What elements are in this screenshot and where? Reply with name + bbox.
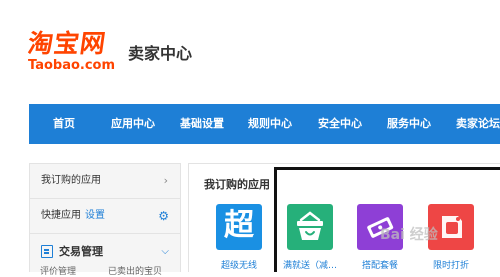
sidebar: 我订购的应用 › 快捷应用 设置 ⚙ 交易管理 ⌵: [29, 163, 181, 272]
app-label: 限时打折: [432, 261, 469, 271]
sidebar-subitem-reviews[interactable]: 评价管理: [40, 264, 76, 277]
nav-item-app-center[interactable]: 应用中心: [111, 104, 155, 144]
app-label: 满就送（减…: [283, 261, 338, 271]
app-label: 搭配套餐: [361, 261, 398, 271]
sidebar-item-subscribed-apps[interactable]: 我订购的应用 ›: [30, 164, 181, 199]
nav-item-security-center[interactable]: 安全中心: [318, 104, 362, 144]
panel-title: 我订购的应用: [204, 178, 270, 191]
nav-item-basic-settings[interactable]: 基础设置: [180, 104, 224, 144]
nav-item-rules-center[interactable]: 规则中心: [248, 104, 292, 144]
app-bundle-package[interactable]: 搭配套餐: [353, 204, 407, 271]
sidebar-item-label: 快捷应用: [41, 210, 81, 221]
main-nav-bar: 首页 应用中心 基础设置 规则中心 安全中心 服务中心 卖家论坛: [29, 104, 500, 144]
app-label: 超级无线: [220, 261, 257, 271]
nav-item-home[interactable]: 首页: [53, 104, 75, 144]
logo-english-text: Taobao.com: [28, 58, 116, 73]
taobao-logo[interactable]: 淘宝网 Taobao.com: [26, 29, 120, 75]
app-super-wireless[interactable]: 超 超级无线: [212, 204, 266, 271]
chevron-down-icon[interactable]: ⌵: [161, 234, 169, 270]
logo-chinese-text: 淘宝网: [26, 29, 109, 58]
sidebar-item-quick-apps: 快捷应用 设置 ⚙: [30, 199, 181, 234]
page-title: 卖家中心: [128, 44, 193, 63]
basket-icon: [287, 204, 333, 250]
nav-item-service-center[interactable]: 服务中心: [387, 104, 431, 144]
gear-icon[interactable]: ⚙: [158, 199, 169, 233]
app-gift-with-purchase[interactable]: 满就送（减…: [283, 204, 337, 271]
document-icon: [41, 245, 53, 258]
chao-glyph: 超: [224, 208, 254, 243]
sidebar-item-label: 我订购的应用: [41, 175, 101, 186]
chevron-right-icon: ›: [163, 174, 168, 187]
discount-tag-icon: [428, 204, 474, 250]
quick-apps-settings-link[interactable]: 设置: [85, 210, 105, 221]
sidebar-subitem-sold-items[interactable]: 已卖出的宝贝: [108, 264, 162, 277]
app-limited-discount[interactable]: 限时打折: [424, 204, 478, 271]
package-icon: [357, 204, 403, 250]
chao-icon: 超: [216, 204, 262, 250]
nav-item-seller-forum[interactable]: 卖家论坛: [456, 104, 500, 144]
